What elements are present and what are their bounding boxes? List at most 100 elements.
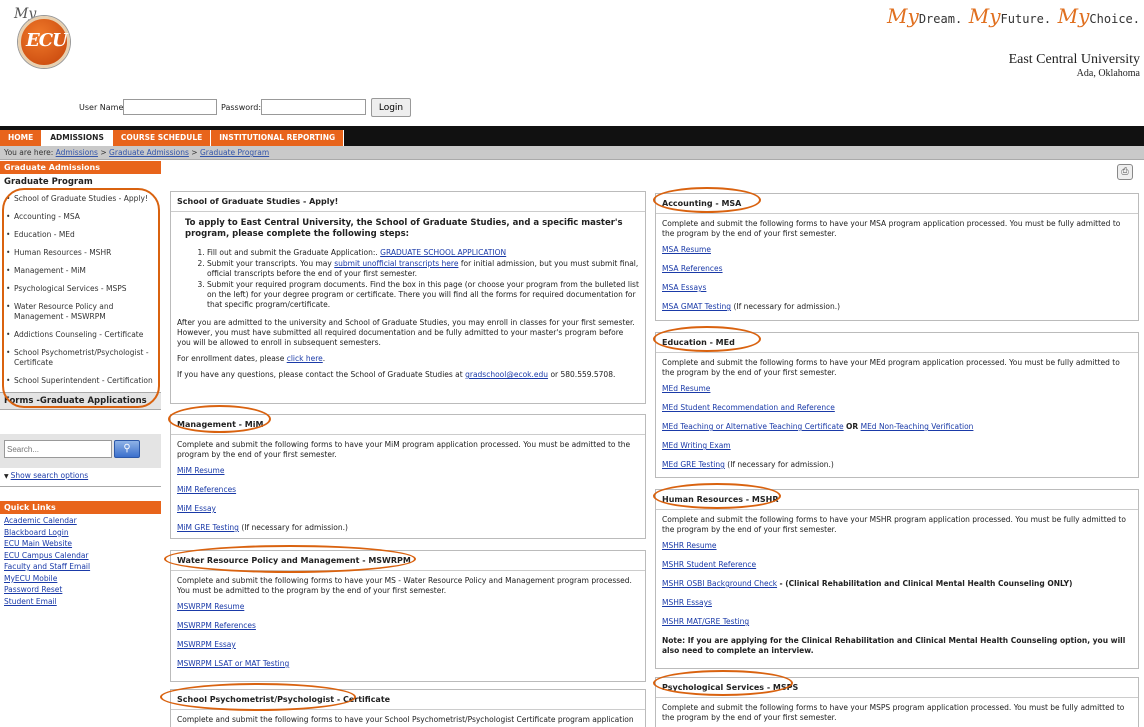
apply-enroll-paragraph: After you are admitted to the university… [177, 318, 635, 347]
apply-box-title: School of Graduate Studies - Apply! [171, 192, 645, 212]
quick-link-student-email[interactable]: Student Email [4, 597, 57, 606]
mshr-reference-link[interactable]: MSHR Student Reference [662, 560, 1132, 570]
quick-link-blackboard[interactable]: Blackboard Login [4, 528, 69, 537]
mshr-resume-link[interactable]: MSHR Resume [662, 541, 1132, 551]
psych-cert-description: Complete and submit the following forms … [177, 715, 634, 724]
annotation-oval-psych-cert [160, 683, 356, 711]
msa-box-body: Complete and submit the following forms … [656, 214, 1138, 326]
enrollment-dates-line: For enrollment dates, please click here. [177, 354, 326, 363]
search-area: ⚲ [0, 434, 161, 468]
mshr-testing-link[interactable]: MSHR MAT/GRE Testing [662, 617, 1132, 627]
tab-course-schedule[interactable]: COURSE SCHEDULE [112, 130, 212, 146]
med-box-body: Complete and submit the following forms … [656, 353, 1138, 484]
username-label: User Name: [79, 103, 127, 112]
password-input[interactable] [261, 99, 366, 115]
breadcrumb-prefix: You are here: [4, 148, 54, 157]
breadcrumb-separator: > [100, 148, 107, 157]
apply-box-body: Fill out and submit the Graduate Applica… [171, 248, 645, 391]
login-bar: User Name: Password: Login [0, 98, 1144, 120]
mim-box: Management - MiM Complete and submit the… [170, 414, 646, 539]
med-gre-line: MEd GRE Testing (If necessary for admiss… [662, 460, 834, 469]
ecu-logo[interactable]: My ECU [8, 6, 100, 68]
msa-essays-link[interactable]: MSA Essays [662, 283, 1132, 293]
msa-description: Complete and submit the following forms … [662, 219, 1121, 238]
search-input[interactable] [4, 440, 112, 458]
logo-ecu-text: ECU [26, 30, 68, 51]
quick-link-myecu-mobile[interactable]: MyECU Mobile [4, 574, 57, 583]
apply-box: School of Graduate Studies - Apply! To a… [170, 191, 646, 404]
printer-icon[interactable]: ⎙ [1117, 164, 1133, 180]
annotation-oval-mswrpm [164, 545, 416, 573]
quick-link-ecu-main[interactable]: ECU Main Website [4, 539, 72, 548]
login-button[interactable]: Login [371, 98, 411, 117]
graduate-application-link[interactable]: GRADUATE SCHOOL APPLICATION [380, 248, 506, 257]
enrollment-dates-link[interactable]: click here [287, 354, 323, 363]
mswrpm-references-link[interactable]: MSWRPM References [177, 621, 639, 631]
breadcrumb-separator: > [191, 148, 198, 157]
mswrpm-description: Complete and submit the following forms … [177, 576, 632, 595]
university-name: East Central University [1008, 52, 1140, 67]
breadcrumb-graduate-admissions[interactable]: Graduate Admissions [109, 148, 189, 157]
breadcrumb-graduate-program[interactable]: Graduate Program [200, 148, 269, 157]
apply-steps: Fill out and submit the Graduate Applica… [177, 248, 639, 310]
med-writing-exam-link[interactable]: MEd Writing Exam [662, 441, 1132, 451]
tab-home[interactable]: HOME [0, 130, 43, 146]
university-location: Ada, Oklahoma [1076, 68, 1140, 79]
mshr-osbi-line: MSHR OSBI Background Check - (Clinical R… [662, 579, 1073, 588]
mshr-essays-link[interactable]: MSHR Essays [662, 598, 1132, 608]
annotation-oval-sidebar [2, 188, 160, 408]
mswrpm-box-body: Complete and submit the following forms … [171, 571, 645, 683]
quick-link-password-reset[interactable]: Password Reset [4, 585, 62, 594]
med-gre-link[interactable]: MEd GRE Testing [662, 460, 725, 469]
msa-gmat-link[interactable]: MSA GMAT Testing [662, 302, 731, 311]
mim-description: Complete and submit the following forms … [177, 440, 631, 459]
gradschool-email-link[interactable]: gradschool@ecok.edu [465, 370, 548, 379]
mim-essay-link[interactable]: MiM Essay [177, 504, 639, 514]
psych-cert-box-body: Complete and submit the following forms … [171, 710, 645, 727]
main-nav: HOME ADMISSIONS COURSE SCHEDULE INSTITUT… [0, 130, 345, 146]
tagline: MyDream. MyFuture. MyChoice. [883, 4, 1140, 28]
unofficial-transcripts-link[interactable]: submit unofficial transcripts here [334, 259, 458, 268]
breadcrumb-admissions[interactable]: Admissions [56, 148, 98, 157]
med-teaching-cert-link[interactable]: MEd Teaching or Alternative Teaching Cer… [662, 422, 844, 431]
quick-link-faculty-email[interactable]: Faculty and Staff Email [4, 562, 90, 571]
mim-gre-line: MiM GRE Testing (If necessary for admiss… [177, 523, 348, 532]
annotation-oval-mshr [653, 483, 781, 509]
mshr-osbi-link[interactable]: MSHR OSBI Background Check [662, 579, 777, 588]
msps-box-body: Complete and submit the following forms … [656, 698, 1138, 727]
mswrpm-testing-link[interactable]: MSWRPM LSAT or MAT Testing [177, 659, 639, 669]
tab-admissions[interactable]: ADMISSIONS [42, 130, 113, 146]
quick-link-campus-calendar[interactable]: ECU Campus Calendar [4, 551, 89, 560]
search-options: ▼ Show search options [0, 468, 161, 487]
med-non-teaching-link[interactable]: MEd Non-Teaching Verification [861, 422, 974, 431]
mim-references-link[interactable]: MiM References [177, 485, 639, 495]
mshr-interview-note: Note: If you are applying for the Clinic… [662, 636, 1126, 655]
annotation-oval-med [653, 326, 761, 352]
breadcrumb: You are here: Admissions > Graduate Admi… [0, 146, 1144, 160]
sidebar-spacer [0, 410, 161, 434]
apply-step-3: Submit your required program documents. … [207, 280, 639, 310]
annotation-oval-msps [653, 670, 793, 696]
search-button[interactable]: ⚲ [114, 440, 140, 458]
mswrpm-resume-link[interactable]: MSWRPM Resume [177, 602, 639, 612]
msa-references-link[interactable]: MSA References [662, 264, 1132, 274]
show-search-options-link[interactable]: Show search options [11, 471, 89, 480]
username-input[interactable] [123, 99, 217, 115]
mim-gre-link[interactable]: MiM GRE Testing [177, 523, 239, 532]
med-recommendation-link[interactable]: MEd Student Recommendation and Reference [662, 403, 1132, 413]
mshr-description: Complete and submit the following forms … [662, 515, 1126, 534]
mswrpm-essay-link[interactable]: MSWRPM Essay [177, 640, 639, 650]
tab-institutional-reporting[interactable]: INSTITUTIONAL REPORTING [211, 130, 345, 146]
annotation-oval-msa [653, 187, 761, 213]
triangle-down-icon: ▼ [4, 473, 9, 480]
tagline-choice: MyChoice. [1057, 4, 1140, 28]
tagline-dream: MyDream. [887, 4, 963, 28]
mim-resume-link[interactable]: MiM Resume [177, 466, 639, 476]
med-description: Complete and submit the following forms … [662, 358, 1120, 377]
med-resume-link[interactable]: MEd Resume [662, 384, 1132, 394]
sidebar-section-header[interactable]: Graduate Admissions [0, 161, 161, 174]
msa-resume-link[interactable]: MSA Resume [662, 245, 1132, 255]
quick-link-academic-calendar[interactable]: Academic Calendar [4, 516, 77, 525]
annotation-oval-mim [168, 405, 271, 433]
mim-box-body: Complete and submit the following forms … [171, 435, 645, 547]
